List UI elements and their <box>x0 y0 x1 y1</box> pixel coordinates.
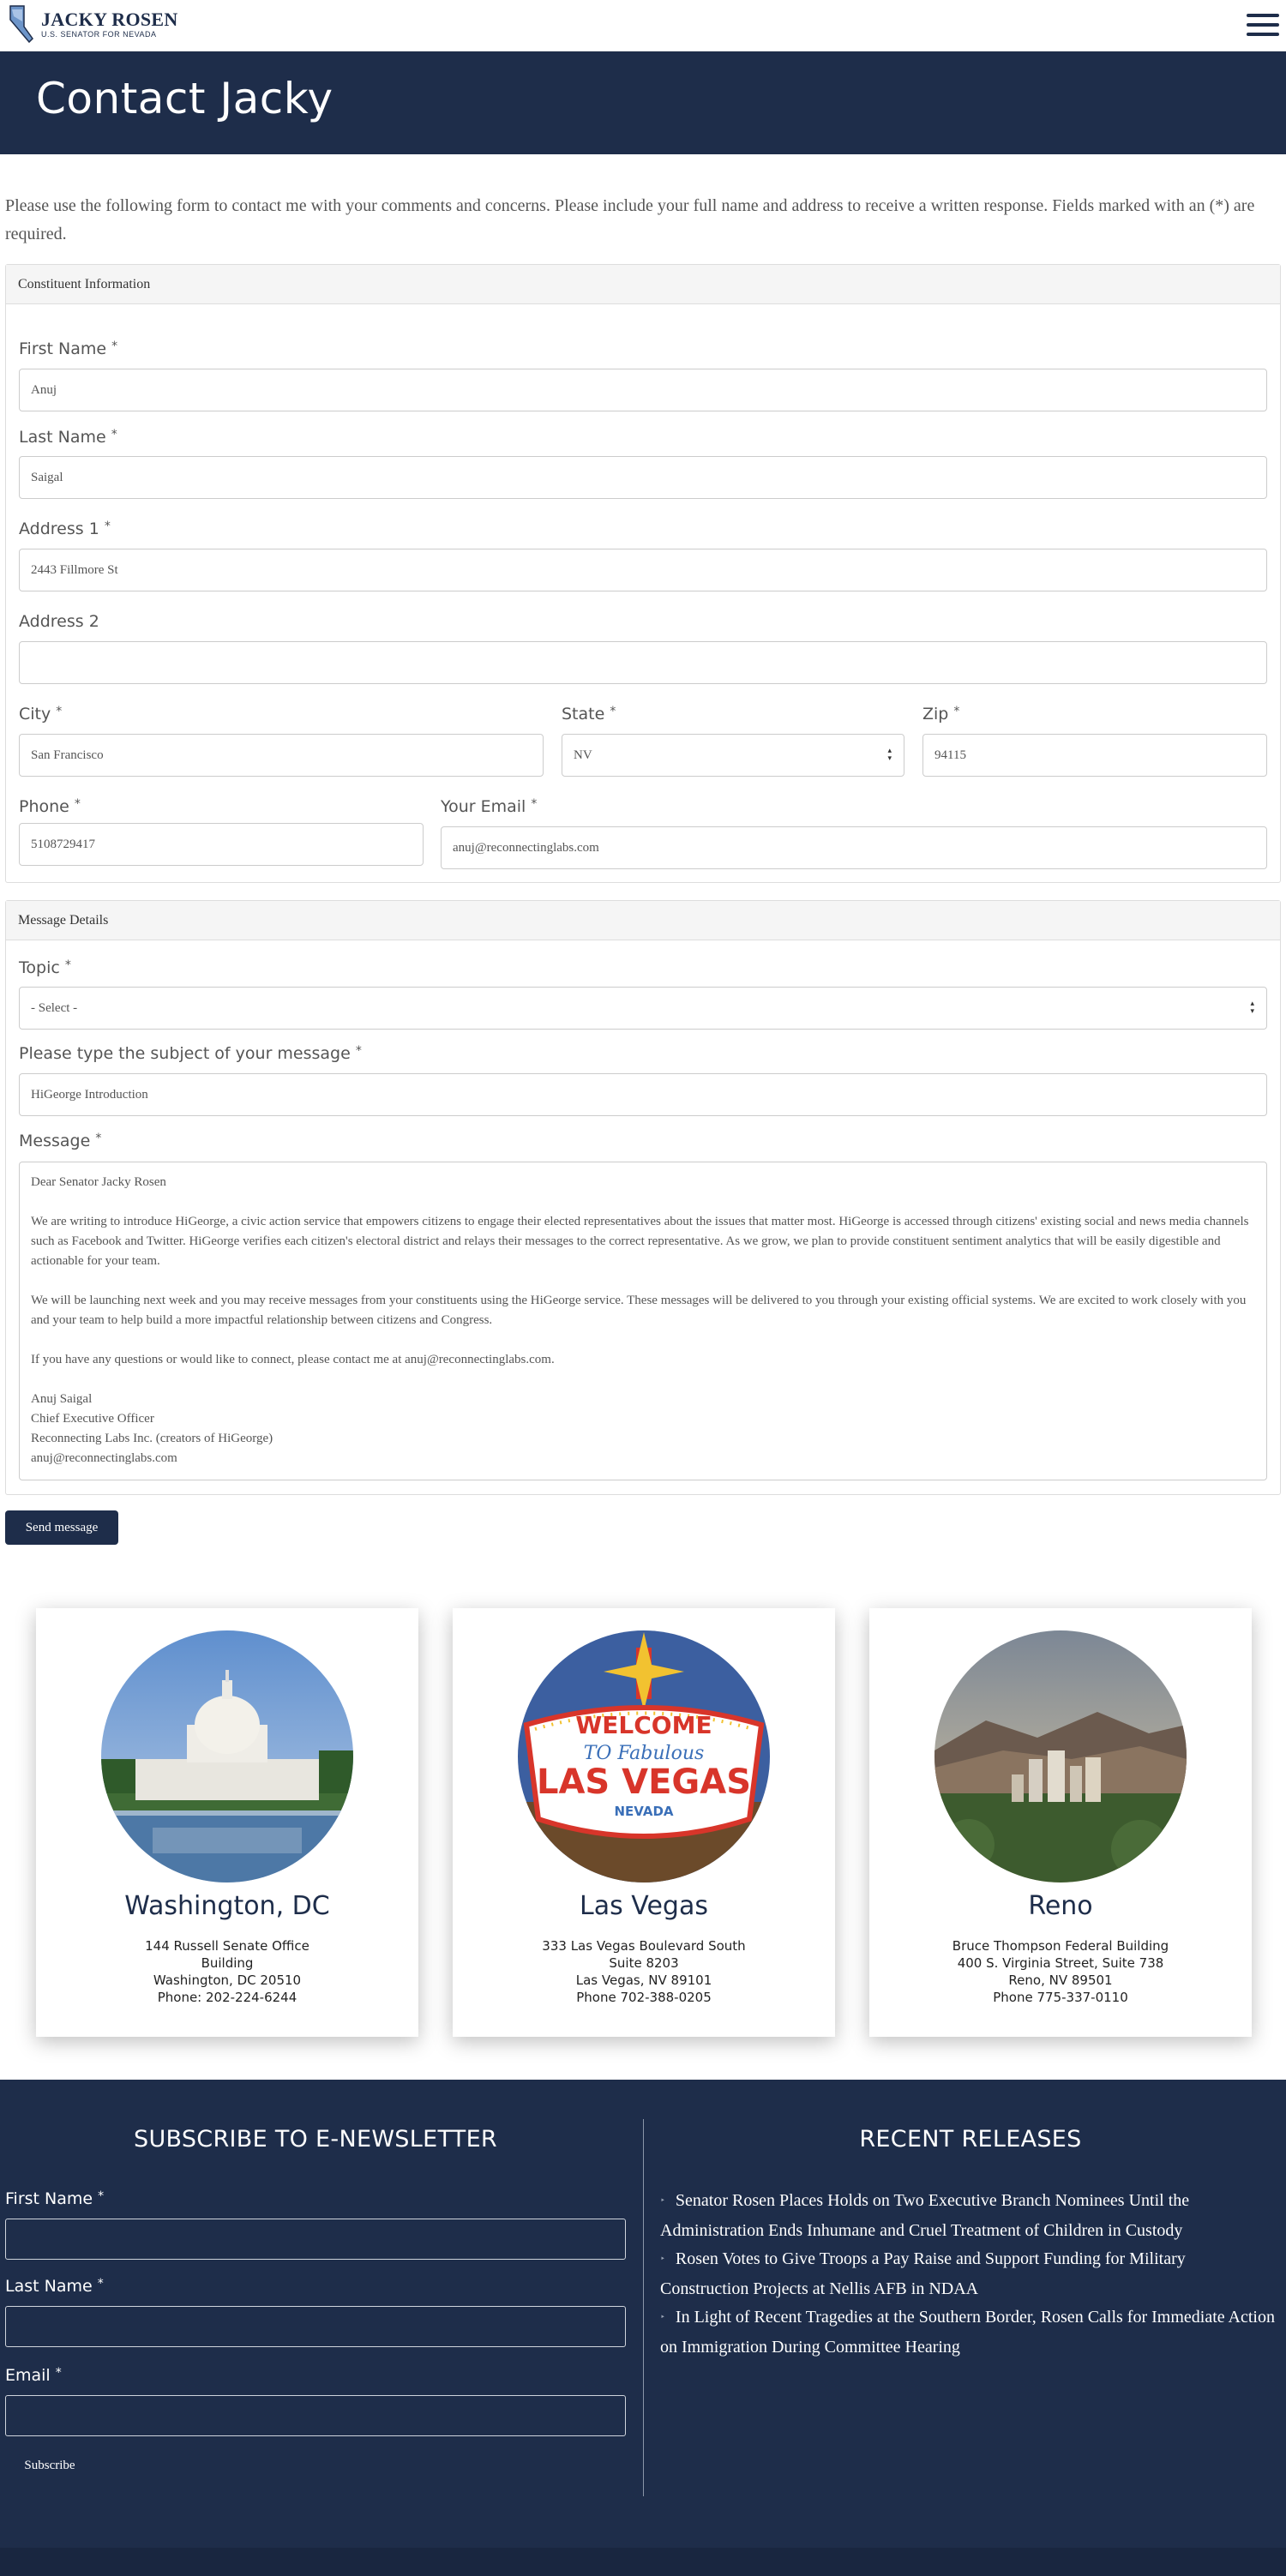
message-line: We will be launching next week and you m… <box>31 1294 1247 1327</box>
las-vegas-sign-photo: WELCOME TO Fabulous LAS VEGAS NEVADA <box>518 1630 770 1882</box>
city-label: City * <box>19 705 63 724</box>
first-name-label: First Name * <box>19 339 118 358</box>
releases-title: RECENT RELEASES <box>859 2126 1082 2153</box>
office-address: Bruce Thompson Federal Building 400 S. V… <box>952 1938 1169 2005</box>
topic-label: Topic * <box>19 958 71 977</box>
logo-subtitle: U.S. SENATOR FOR NEVADA <box>41 30 157 39</box>
bullet-icon: ‣ <box>660 2313 665 2323</box>
sign-las-vegas: LAS VEGAS <box>537 1762 751 1802</box>
topic-select[interactable]: - Select - <box>19 987 1267 1030</box>
address2-label: Address 2 <box>19 612 99 631</box>
release-link[interactable]: ‣ In Light of Recent Tragedies at the Sou… <box>660 2303 1277 2362</box>
page-title: Contact Jacky <box>36 74 334 123</box>
office-city: Washington, DC <box>124 1891 330 1921</box>
intro-text: Please use the following form to contact… <box>5 196 1255 243</box>
message-line: If you have any questions or would like … <box>31 1353 555 1366</box>
office-card-dc: Washington, DC 144 Russell Senate Office… <box>36 1608 418 2037</box>
logo-name: JACKY ROSEN <box>41 9 178 30</box>
sign-fabulous: TO Fabulous <box>584 1743 705 1764</box>
phone-field[interactable]: 5108729417 <box>19 823 424 866</box>
phone-label: Phone * <box>19 797 81 816</box>
release-link[interactable]: ‣ Rosen Votes to Give Troops a Pay Raise … <box>660 2244 1277 2303</box>
office-city: Las Vegas <box>580 1891 708 1921</box>
state-label: State * <box>562 705 616 724</box>
newsletter-last-name-field[interactable] <box>5 2306 626 2347</box>
sign-welcome: WELCOME <box>575 1711 712 1739</box>
panel-heading: Constituent Information <box>6 265 1280 304</box>
address1-label: Address 1 * <box>19 519 111 538</box>
newsletter-email-label: Email * <box>5 2366 62 2385</box>
office-card-reno: Reno Bruce Thompson Federal Building 400… <box>869 1608 1252 2037</box>
sign-nevada: NEVADA <box>614 1804 673 1819</box>
address1-field[interactable]: 2443 Fillmore St <box>19 549 1267 591</box>
first-name-field[interactable]: Anuj <box>19 369 1267 411</box>
newsletter-email-field[interactable] <box>5 2395 626 2436</box>
subject-label: Please type the subject of your message … <box>19 1044 362 1063</box>
subscribe-button[interactable]: Subscribe <box>5 2452 94 2479</box>
capitol-photo <box>101 1630 353 1882</box>
office-card-las-vegas: WELCOME TO Fabulous LAS VEGAS NEVADA Las… <box>453 1608 835 2037</box>
zip-field[interactable]: 94115 <box>922 734 1267 777</box>
send-message-button[interactable]: Send message <box>5 1510 118 1545</box>
message-label: Message * <box>19 1132 102 1150</box>
bullet-icon: ‣ <box>660 2196 665 2207</box>
message-textarea[interactable]: Dear Senator Jacky Rosen We are writing … <box>19 1162 1267 1480</box>
newsletter-last-name-label: Last Name * <box>5 2277 104 2296</box>
menu-icon[interactable] <box>1247 14 1279 36</box>
message-line: anuj@reconnectinglabs.com <box>31 1451 177 1465</box>
page-hero: Contact Jacky <box>0 51 1286 154</box>
footer-bottom-bar <box>0 2548 1286 2576</box>
subject-field[interactable]: HiGeorge Introduction <box>19 1073 1267 1116</box>
message-line: We are writing to introduce HiGeorge, a … <box>31 1215 1249 1268</box>
message-line: Chief Executive Officer <box>31 1412 154 1426</box>
message-line: Anuj Saigal <box>31 1392 93 1406</box>
message-line: Dear Senator Jacky Rosen <box>31 1175 166 1189</box>
message-line: Reconnecting Labs Inc. (creators of HiGe… <box>31 1432 273 1445</box>
zip-label: Zip * <box>922 705 960 724</box>
nevada-logo-icon <box>9 5 33 44</box>
footer-divider <box>643 2119 644 2496</box>
release-link[interactable]: ‣ Senator Rosen Places Holds on Two Execu… <box>660 2186 1277 2245</box>
office-city: Reno <box>1028 1891 1093 1921</box>
last-name-field[interactable]: Saigal <box>19 456 1267 499</box>
panel-heading: Message Details <box>6 901 1280 940</box>
state-select[interactable]: NV <box>562 734 904 777</box>
email-label: Your Email * <box>441 797 538 816</box>
newsletter-first-name-label: First Name * <box>5 2189 105 2208</box>
newsletter-title: SUBSCRIBE TO E-NEWSLETTER <box>134 2126 497 2153</box>
address2-field[interactable] <box>19 641 1267 684</box>
office-address: 333 Las Vegas Boulevard South Suite 8203… <box>542 1938 746 2005</box>
site-header: JACKY ROSEN U.S. SENATOR FOR NEVADA <box>0 0 1286 51</box>
last-name-label: Last Name * <box>19 428 117 447</box>
site-logo[interactable]: JACKY ROSEN U.S. SENATOR FOR NEVADA <box>9 4 178 44</box>
newsletter-first-name-field[interactable] <box>5 2219 626 2260</box>
bullet-icon: ‣ <box>660 2255 665 2265</box>
reno-skyline-photo <box>934 1630 1187 1882</box>
office-address: 144 Russell Senate Office Building Washi… <box>145 1938 309 2005</box>
city-field[interactable]: San Francisco <box>19 734 544 777</box>
email-field[interactable]: anuj@reconnectinglabs.com <box>441 826 1267 869</box>
